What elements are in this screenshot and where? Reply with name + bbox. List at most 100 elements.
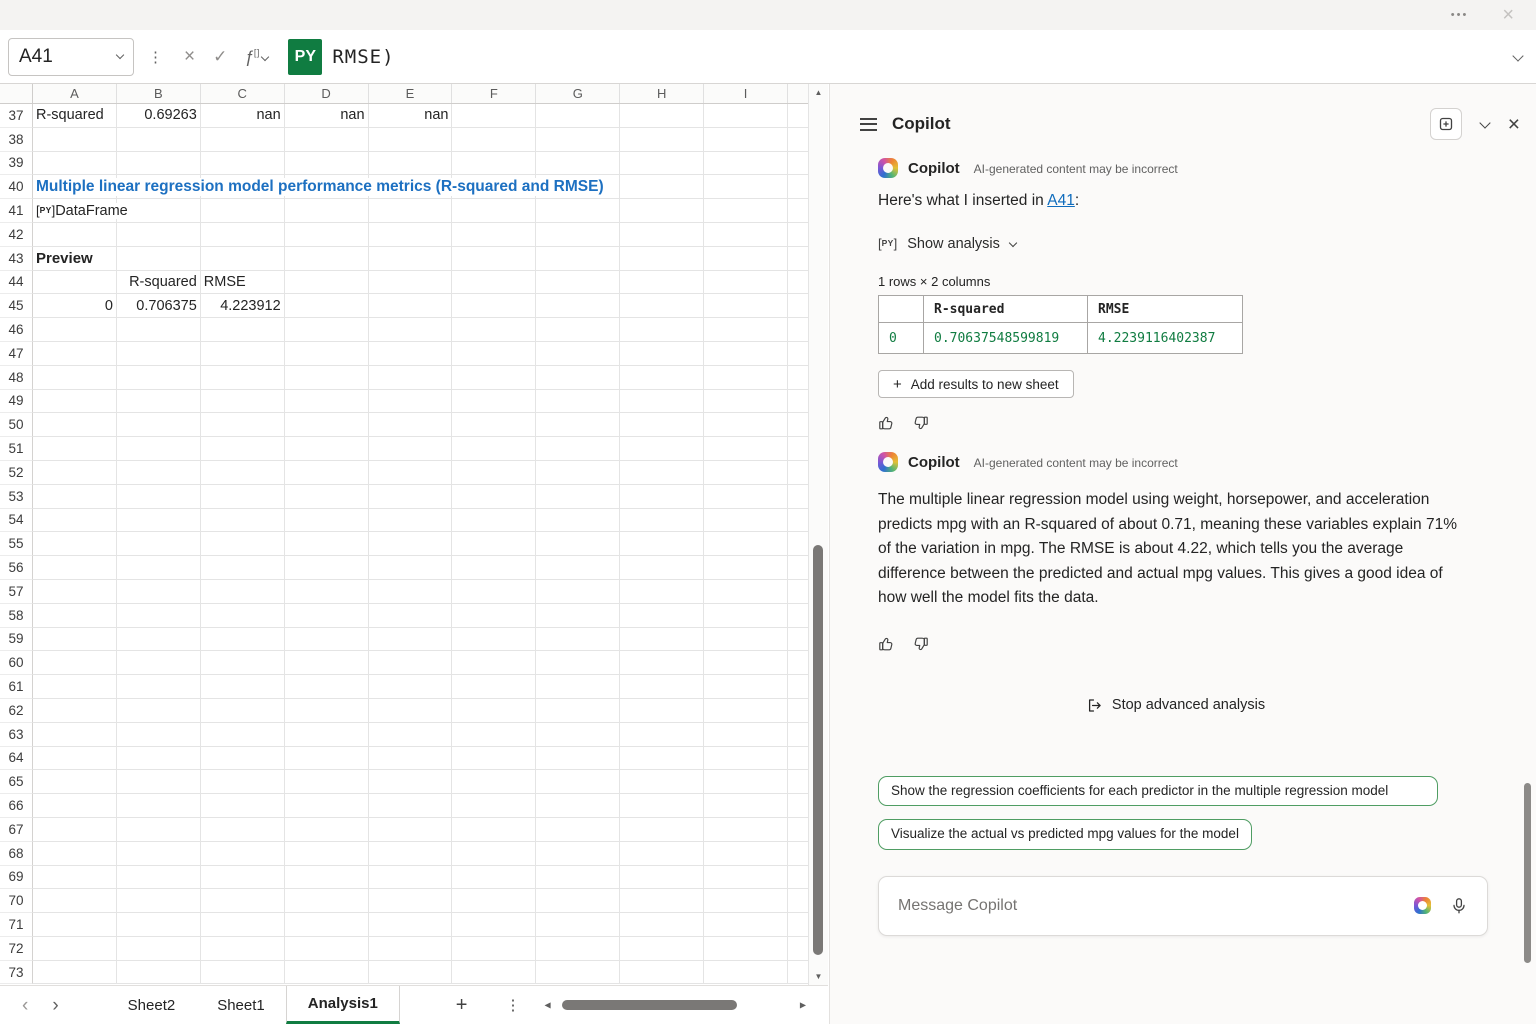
sheet-nav-right-icon[interactable]: › (52, 996, 58, 1015)
cell-F63[interactable] (452, 723, 536, 747)
cell-E72[interactable] (369, 937, 453, 961)
thumbs-up-icon[interactable] (878, 414, 896, 432)
cell-F49[interactable] (452, 390, 536, 414)
cell-C54[interactable] (201, 509, 285, 533)
cell-A43[interactable]: Preview (33, 247, 117, 271)
cell-H61[interactable] (620, 675, 704, 699)
cell-G49[interactable] (536, 390, 620, 414)
cell-B38[interactable] (117, 128, 201, 152)
cell-B44[interactable]: R-squared (117, 271, 201, 295)
cell-I51[interactable] (704, 437, 788, 461)
cell-H66[interactable] (620, 794, 704, 818)
row-header-68[interactable]: 68 (0, 842, 33, 866)
column-header-B[interactable]: B (117, 84, 201, 103)
column-header-G[interactable]: G (536, 84, 620, 103)
cell-C61[interactable] (201, 675, 285, 699)
cell-reference-link[interactable]: A41 (1047, 192, 1075, 209)
cell-I68[interactable] (704, 842, 788, 866)
confirm-entry-icon[interactable]: ✓ (213, 48, 227, 65)
column-header-I[interactable]: I (704, 84, 788, 103)
cell-I40[interactable] (704, 175, 788, 199)
cell-I48[interactable] (704, 366, 788, 390)
cell-E41[interactable] (369, 199, 453, 223)
cell-G50[interactable] (536, 413, 620, 437)
cell-B71[interactable] (117, 913, 201, 937)
cell-A55[interactable] (33, 532, 117, 556)
cell-E47[interactable] (369, 342, 453, 366)
cell-E60[interactable] (369, 651, 453, 675)
cell-A37[interactable]: R-squared (33, 104, 117, 128)
cell-E73[interactable] (369, 961, 453, 985)
cell-E59[interactable] (369, 628, 453, 652)
cell-D37[interactable]: nan (285, 104, 369, 128)
stop-advanced-analysis-button[interactable]: Stop advanced analysis (878, 697, 1473, 714)
cell-B73[interactable] (117, 961, 201, 985)
cell-G67[interactable] (536, 818, 620, 842)
thumbs-down-icon[interactable] (911, 414, 929, 432)
cell-C37[interactable]: nan (201, 104, 285, 128)
row-header-52[interactable]: 52 (0, 461, 33, 485)
row-header-71[interactable]: 71 (0, 913, 33, 937)
column-header-E[interactable]: E (369, 84, 453, 103)
cell-A46[interactable] (33, 318, 117, 342)
row-header-42[interactable]: 42 (0, 223, 33, 247)
cell-B37[interactable]: 0.69263 (117, 104, 201, 128)
cell-G61[interactable] (536, 675, 620, 699)
row-header-44[interactable]: 44 (0, 271, 33, 295)
cell-G38[interactable] (536, 128, 620, 152)
cell-C38[interactable] (201, 128, 285, 152)
cell-G63[interactable] (536, 723, 620, 747)
cell-H70[interactable] (620, 889, 704, 913)
cell-C52[interactable] (201, 461, 285, 485)
cell-I46[interactable] (704, 318, 788, 342)
vertical-scroll-thumb[interactable] (813, 545, 823, 955)
row-header-59[interactable]: 59 (0, 628, 33, 652)
cell-F53[interactable] (452, 485, 536, 509)
python-function-icon[interactable]: ƒ[ ] (244, 47, 258, 67)
cell-A59[interactable] (33, 628, 117, 652)
cell-H57[interactable] (620, 580, 704, 604)
cell-A49[interactable] (33, 390, 117, 414)
cell-E49[interactable] (369, 390, 453, 414)
cell-D64[interactable] (285, 747, 369, 771)
cell-D56[interactable] (285, 556, 369, 580)
cell-G57[interactable] (536, 580, 620, 604)
cell-D46[interactable] (285, 318, 369, 342)
cell-E70[interactable] (369, 889, 453, 913)
cell-F50[interactable] (452, 413, 536, 437)
cell-I71[interactable] (704, 913, 788, 937)
window-more-icon[interactable]: ••• (1451, 9, 1469, 21)
cell-A58[interactable] (33, 604, 117, 628)
cell-I64[interactable] (704, 747, 788, 771)
cell-G65[interactable] (536, 770, 620, 794)
cell-E58[interactable] (369, 604, 453, 628)
grid-horizontal-scrollbar[interactable]: ◀ ▶ (540, 986, 828, 1024)
window-close-icon[interactable]: × (1502, 5, 1514, 25)
tab-sheet2[interactable]: Sheet2 (107, 986, 197, 1024)
thumbs-down-icon[interactable] (911, 635, 929, 653)
cell-H55[interactable] (620, 532, 704, 556)
cell-F46[interactable] (452, 318, 536, 342)
column-header-A[interactable]: A (33, 84, 117, 103)
sheet-nav-left-icon[interactable]: ‹ (22, 996, 28, 1015)
cell-D52[interactable] (285, 461, 369, 485)
cell-I42[interactable] (704, 223, 788, 247)
cell-B62[interactable] (117, 699, 201, 723)
cell-E65[interactable] (369, 770, 453, 794)
cell-H72[interactable] (620, 937, 704, 961)
cell-I50[interactable] (704, 413, 788, 437)
cell-E50[interactable] (369, 413, 453, 437)
cell-D58[interactable] (285, 604, 369, 628)
cell-F38[interactable] (452, 128, 536, 152)
cell-A57[interactable] (33, 580, 117, 604)
row-header-47[interactable]: 47 (0, 342, 33, 366)
cell-G66[interactable] (536, 794, 620, 818)
cell-I54[interactable] (704, 509, 788, 533)
cell-G71[interactable] (536, 913, 620, 937)
cell-F60[interactable] (452, 651, 536, 675)
cell-F42[interactable] (452, 223, 536, 247)
cell-E39[interactable] (369, 152, 453, 176)
cell-F41[interactable] (452, 199, 536, 223)
cell-G72[interactable] (536, 937, 620, 961)
cell-C42[interactable] (201, 223, 285, 247)
